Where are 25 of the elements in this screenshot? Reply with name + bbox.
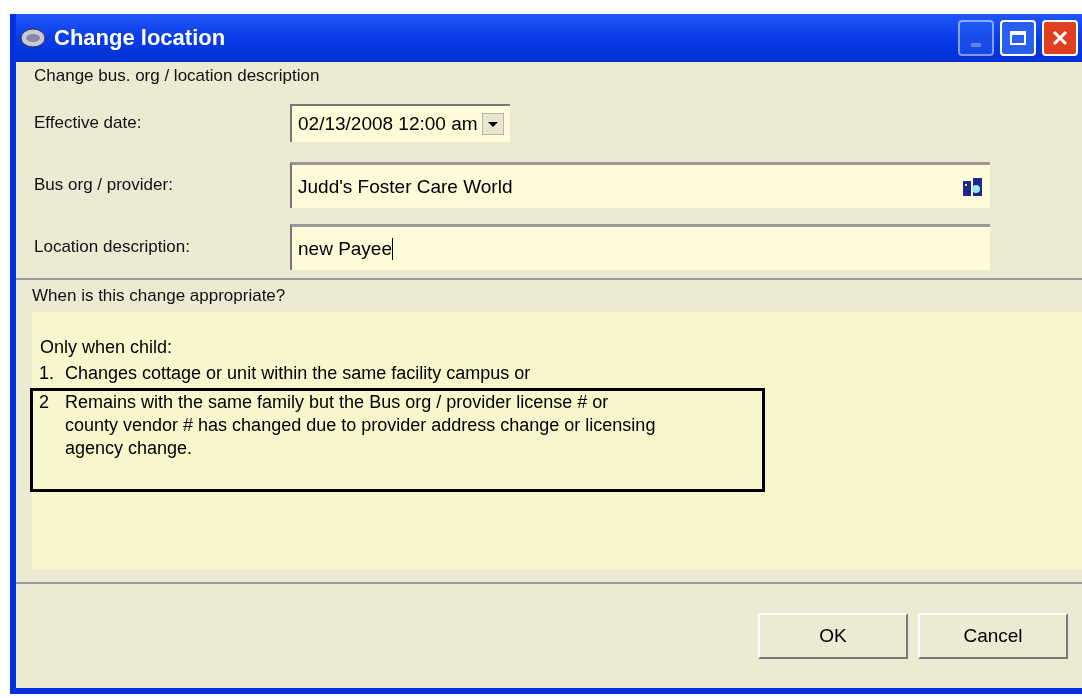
item-number: 2	[39, 391, 50, 414]
item-text: Remains with the same family but the Bus org / provider license # or county vendor # has changed due to provider address change or licensing agency change.	[65, 391, 657, 460]
maximize-button[interactable]	[1000, 20, 1036, 56]
buildings-icon	[962, 176, 984, 197]
location-field[interactable]: new Payee	[290, 224, 990, 270]
close-button[interactable]	[1042, 20, 1078, 56]
close-icon	[1052, 30, 1068, 46]
window-title: Change location	[54, 25, 226, 51]
item-number: 1.	[39, 362, 51, 385]
date-dropdown[interactable]: 02/13/2008 12:00 am	[290, 104, 510, 142]
item-text: Changes cottage or unit within the same facility campus or	[65, 362, 532, 385]
minimize-button[interactable]	[958, 20, 994, 56]
field-label: Location description:	[34, 237, 191, 257]
help-intro: Only when child:	[40, 336, 174, 359]
field-label: Bus org / provider:	[34, 175, 174, 195]
field-label: Effective date:	[34, 113, 143, 133]
provider-field[interactable]: Judd's Foster Care World	[290, 162, 990, 208]
app-icon	[20, 28, 46, 48]
dropdown-arrow-icon	[481, 113, 504, 135]
minimize-icon	[971, 43, 981, 47]
help-question: When is this change appropriate?	[32, 286, 287, 306]
maximize-icon	[1010, 31, 1026, 45]
section-title: Change bus. org / location description	[34, 66, 321, 86]
dialog-button[interactable]: Cancel	[918, 613, 1068, 659]
dialog-button[interactable]: OK	[758, 613, 908, 659]
